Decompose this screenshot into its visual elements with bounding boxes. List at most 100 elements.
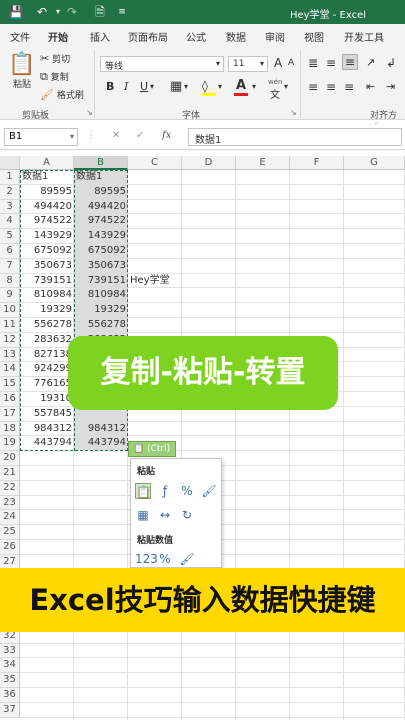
row-header[interactable]: 14 [0, 362, 20, 378]
paste-no-borders-icon[interactable]: ▦ [135, 507, 151, 523]
row-header[interactable]: 5 [0, 229, 20, 244]
paste-button[interactable]: 📋 粘贴 [8, 52, 36, 96]
row-header[interactable]: 35 [0, 673, 20, 688]
clipboard-launcher-icon[interactable]: ↘ [86, 108, 93, 117]
align-bottom-icon[interactable]: ≡ [342, 54, 358, 70]
tab-view[interactable]: 视图 [304, 29, 324, 44]
font-launcher-icon[interactable]: ↘ [290, 108, 297, 117]
paste-values-icon[interactable]: 123 [135, 551, 158, 567]
font-size-select[interactable]: 11 ▾ [228, 56, 268, 72]
phonetic-icon[interactable]: 文 [270, 86, 280, 101]
tab-insert[interactable]: 插入 [90, 29, 110, 44]
fill-color-icon[interactable]: ◊ [202, 79, 208, 93]
row-header[interactable]: 13 [0, 347, 20, 363]
italic-button[interactable]: I [124, 80, 128, 93]
tab-formulas[interactable]: 公式 [186, 29, 206, 44]
confirm-icon[interactable]: ✓ [136, 130, 144, 141]
column-header-e[interactable]: E [236, 156, 290, 170]
row-header[interactable]: 24 [0, 510, 20, 526]
redo-icon[interactable]: ↷ [64, 4, 80, 20]
fill-color-dropdown-icon[interactable]: ▾ [218, 82, 222, 91]
row-header[interactable]: 1 [0, 170, 20, 185]
tab-data[interactable]: 数据 [226, 29, 246, 44]
row-header[interactable]: 21 [0, 466, 20, 481]
format-painter-button[interactable]: 🖌 格式刷 [40, 88, 84, 101]
select-all-corner[interactable] [0, 156, 20, 170]
column-header-a[interactable]: A [20, 156, 74, 170]
row-header[interactable]: 19 [0, 436, 20, 452]
row-header[interactable]: 11 [0, 318, 20, 333]
tab-page-layout[interactable]: 页面布局 [128, 29, 168, 44]
row-header[interactable]: 4 [0, 214, 20, 230]
paste-formulas-icon[interactable]: ƒ [157, 483, 173, 499]
column-header-c[interactable]: C [128, 156, 182, 170]
bold-button[interactable]: B [106, 80, 114, 93]
align-right-icon[interactable]: ≡ [344, 80, 354, 94]
paste-keep-source-format-icon[interactable]: 🖌 [201, 483, 217, 499]
paste-options-button[interactable]: 📋 (Ctrl) ▾ [128, 441, 176, 467]
column-header-g[interactable]: G [344, 156, 405, 170]
orientation-icon[interactable]: ↗ [366, 56, 375, 69]
phonetic-dropdown-icon[interactable]: ▾ [284, 82, 288, 91]
row-header[interactable]: 34 [0, 658, 20, 674]
increase-indent-icon[interactable]: ⇥ [386, 80, 395, 93]
row-header[interactable]: 7 [0, 258, 20, 274]
save-icon[interactable]: 💾 [8, 4, 24, 20]
row-header[interactable]: 15 [0, 377, 20, 392]
row-header[interactable]: 20 [0, 451, 20, 466]
decrease-indent-icon[interactable]: ⇤ [366, 80, 375, 93]
tab-developer[interactable]: 开发工具 [344, 29, 384, 44]
borders-dropdown-icon[interactable]: ▾ [184, 82, 188, 91]
column-header-d[interactable]: D [182, 156, 236, 170]
phonetic-guide-label[interactable]: wén [268, 78, 282, 86]
column-header-b[interactable]: B [74, 156, 128, 170]
row-header[interactable]: 10 [0, 303, 20, 318]
row-header[interactable]: 16 [0, 392, 20, 407]
new-file-icon[interactable]: 🗎 [92, 4, 108, 20]
row-header[interactable]: 17 [0, 406, 20, 422]
formula-input[interactable]: 数据1 [188, 128, 402, 146]
undo-icon[interactable]: ↶ [34, 4, 50, 20]
align-middle-icon[interactable]: ≡ [326, 56, 336, 70]
font-color-dropdown-icon[interactable]: ▾ [252, 82, 256, 91]
column-header-f[interactable]: F [290, 156, 344, 170]
worksheet-grid[interactable]: A B C D E F G 1 2 3 4 5 6 7 8 9 10 11 12 13 14 15 16 17 18 19 20 21… [0, 156, 405, 720]
font-color-button[interactable]: A [236, 78, 246, 93]
paste-all-icon[interactable]: 📋 [135, 483, 151, 499]
row-header[interactable]: 33 [0, 643, 20, 659]
cancel-icon[interactable]: ✕ [112, 130, 120, 141]
row-header[interactable]: 9 [0, 288, 20, 304]
row-header[interactable]: 36 [0, 688, 20, 703]
font-shrink-button[interactable]: A [288, 58, 294, 68]
row-header[interactable]: 18 [0, 421, 20, 437]
row-header[interactable]: 2 [0, 184, 20, 200]
row-header[interactable]: 3 [0, 199, 20, 215]
paste-column-widths-icon[interactable]: ↔ [157, 507, 173, 523]
row-header[interactable]: 23 [0, 495, 20, 511]
borders-icon[interactable]: ▦ [170, 79, 182, 94]
font-grow-button[interactable]: A [274, 56, 282, 70]
name-box[interactable]: B1 ▾ [4, 128, 78, 146]
cut-button[interactable]: ✂ 剪切 [40, 52, 70, 65]
paste-transpose-icon[interactable]: ↻ [179, 507, 195, 523]
font-name-select[interactable]: 等线 ▾ [100, 56, 224, 72]
underline-dropdown-icon[interactable]: ▾ [150, 82, 154, 91]
row-header[interactable]: 25 [0, 525, 20, 540]
row-header[interactable]: 22 [0, 480, 20, 496]
paste-formulas-number-format-icon[interactable]: % [179, 483, 195, 499]
customize-toolbar-icon[interactable]: ≡ [114, 4, 130, 20]
paste-values-number-format-icon[interactable]: % [157, 551, 173, 567]
copy-button[interactable]: ⧉ 复制 [40, 70, 69, 84]
row-header[interactable]: 37 [0, 702, 20, 718]
paste-values-source-format-icon[interactable]: 🖌 [179, 551, 195, 567]
tab-file[interactable]: 文件 [10, 29, 30, 44]
row-header[interactable]: 8 [0, 273, 20, 289]
row-header[interactable]: 26 [0, 540, 20, 555]
cell[interactable]: Hey学堂 [130, 274, 170, 288]
underline-button[interactable]: U [140, 80, 148, 93]
insert-function-button[interactable]: fx [162, 130, 171, 141]
row-header[interactable]: 12 [0, 332, 20, 348]
wrap-text-icon[interactable]: ↲ [386, 56, 396, 70]
align-top-icon[interactable]: ≣ [308, 56, 318, 70]
align-left-icon[interactable]: ≡ [308, 80, 318, 94]
